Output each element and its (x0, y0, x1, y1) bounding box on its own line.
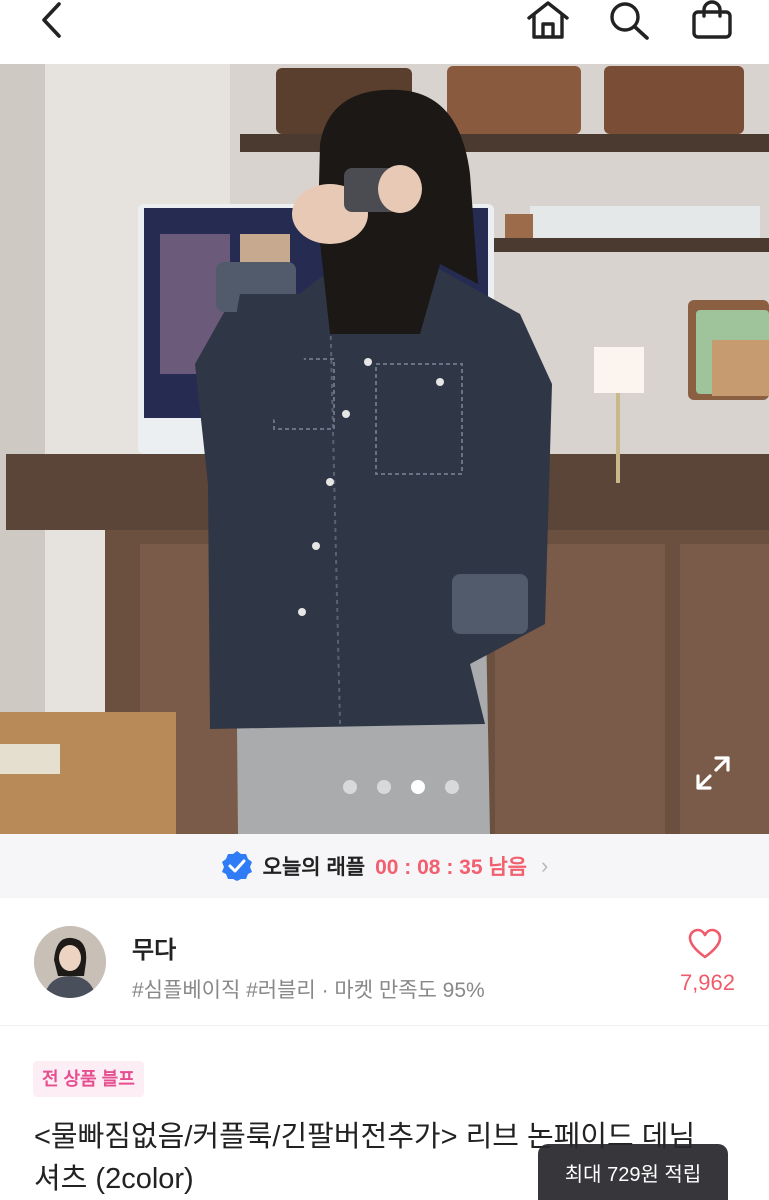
top-navigation-bar (0, 0, 769, 64)
chevron-left-icon (42, 2, 61, 38)
expand-image-button[interactable] (694, 754, 732, 792)
carousel-dot-active[interactable] (410, 780, 425, 794)
raffle-countdown: 00 : 08 : 35 남음 (375, 856, 527, 879)
product-image-carousel[interactable] (0, 64, 769, 834)
avatar-image (34, 926, 106, 998)
home-icon (527, 1, 569, 39)
promotion-badge: 전 상품 블프 (33, 1061, 144, 1097)
expand-icon (696, 756, 730, 790)
like-count: 7,962 (679, 970, 735, 995)
search-button[interactable] (605, 0, 653, 40)
carousel-dot[interactable] (444, 780, 459, 794)
like-button[interactable] (688, 928, 722, 960)
shop-name[interactable]: 무다 (132, 930, 176, 965)
product-photo (0, 64, 769, 834)
chevron-right-icon: › (540, 853, 549, 878)
shopping-bag-button[interactable] (688, 0, 736, 40)
verified-badge-icon (221, 851, 252, 881)
back-button[interactable] (28, 0, 76, 40)
raffle-label: 오늘의 래플 (262, 856, 366, 879)
carousel-dot[interactable] (342, 780, 357, 794)
raffle-banner[interactable]: 오늘의 래플 00 : 08 : 35 남음 › (0, 834, 769, 898)
shop-info-row[interactable]: 무다 #심플베이직 #러블리 · 마켓 만족도 95% 7,962 (0, 898, 769, 1026)
points-reward-tooltip[interactable]: 최대 729원 적립 (538, 1144, 728, 1200)
shop-avatar[interactable] (34, 926, 106, 998)
shop-tags-and-rating: #심플베이직 #러블리 · 마켓 만족도 95% (132, 979, 485, 1002)
carousel-dot[interactable] (376, 780, 391, 794)
carousel-indicator (16, 780, 769, 794)
home-button[interactable] (524, 0, 572, 40)
shopping-bag-icon (692, 0, 732, 39)
search-icon (610, 2, 649, 40)
heart-icon (688, 928, 722, 959)
